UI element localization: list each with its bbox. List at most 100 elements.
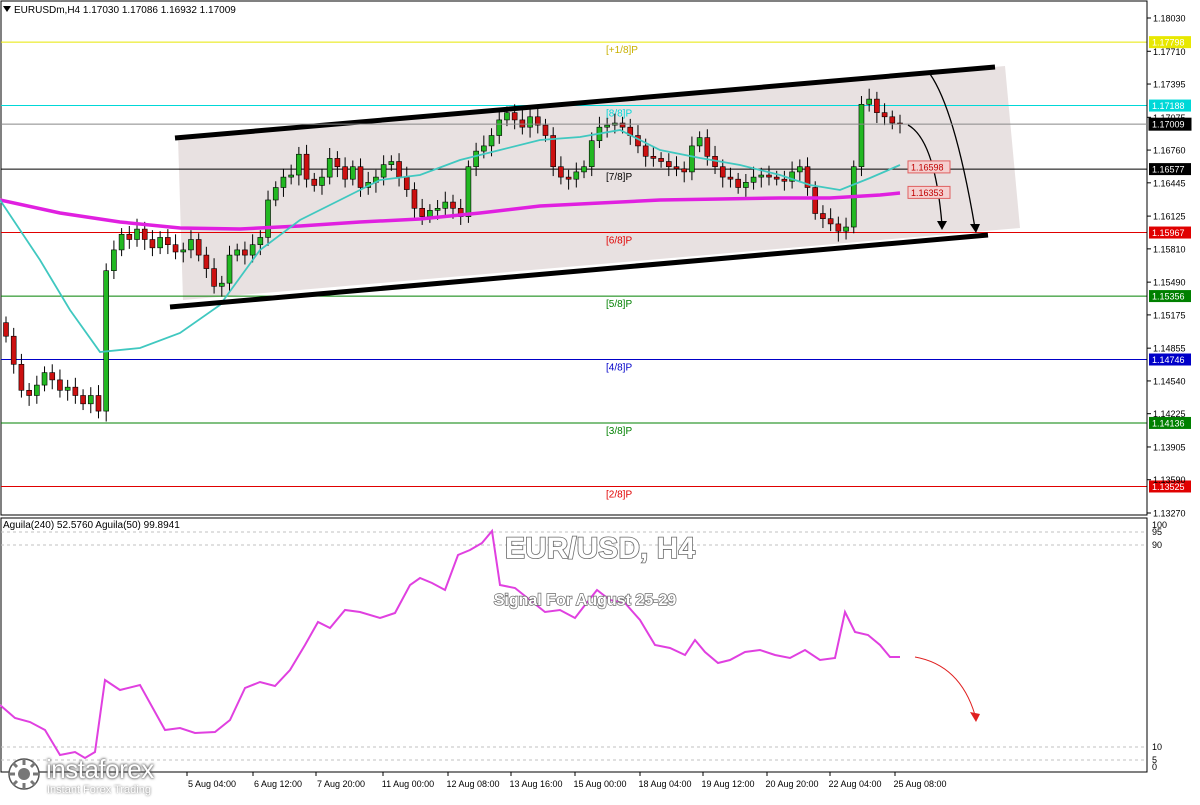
candle-body (257, 237, 264, 246)
candle-body (288, 174, 294, 178)
candle-body (504, 112, 510, 121)
candle-body (866, 98, 872, 105)
overlay-title: EUR/USD, H4 (505, 532, 695, 565)
candle-body (380, 164, 387, 178)
price-tick-label: 1.13590 (1153, 475, 1186, 485)
candle-body (588, 140, 595, 168)
indicator-tick-label: 10 (1152, 742, 1162, 752)
indicator-tick-label: 95 (1152, 527, 1162, 537)
candle-body (434, 208, 441, 211)
candle-body (581, 166, 587, 173)
brand-logo-icon (8, 758, 40, 790)
price-tick-label: 1.13905 (1153, 442, 1186, 452)
price-tick-label: 1.16125 (1153, 212, 1186, 222)
candle-body (542, 124, 549, 136)
symbol-dropdown-icon[interactable] (3, 6, 11, 12)
price-tick-label: 1.17710 (1153, 47, 1186, 57)
candle-body (820, 213, 826, 220)
candle-body (18, 363, 25, 391)
candle-body (773, 176, 780, 180)
murrey-level-label: [3/8]P (606, 426, 632, 437)
overlay-subtitle: Signal For August 25-29 (494, 592, 677, 609)
candle-body (195, 239, 202, 256)
candle-body (550, 135, 556, 168)
candle-body (211, 268, 217, 287)
candle-body (72, 386, 79, 396)
candle-body (165, 237, 171, 246)
candle-body (334, 158, 341, 168)
murrey-level-label: [2/8]P (606, 489, 632, 500)
candle-body (881, 112, 888, 118)
candle-body (118, 234, 125, 251)
candle-body (141, 228, 148, 240)
price-marker-label: 1.16353 (911, 188, 944, 198)
time-tick-label: 12 Aug 08:00 (446, 779, 499, 789)
candle-body (95, 395, 102, 412)
candle-body (34, 384, 40, 396)
time-tick-label: 7 Aug 20:00 (317, 779, 365, 789)
candle-body (681, 168, 688, 173)
candle-body (272, 187, 279, 201)
price-tick-label: 1.14225 (1153, 409, 1186, 419)
candle-body (650, 156, 657, 159)
candle-body (573, 171, 580, 180)
candle-body (311, 178, 318, 186)
candle-body (326, 158, 333, 178)
candle-body (519, 119, 526, 128)
price-tick-label: 1.14540 (1153, 376, 1186, 386)
candle-body (743, 182, 749, 188)
candle-body (188, 239, 194, 251)
candle-body (689, 145, 695, 173)
candle-body (874, 98, 880, 113)
candle-body (134, 228, 140, 240)
candle-body (750, 176, 757, 183)
brand-tagline: Instant Forex Trading (47, 784, 151, 796)
price-tick-label: 1.15490 (1153, 278, 1186, 288)
candle-body (565, 176, 572, 180)
candle-body (465, 166, 472, 217)
candle-body (388, 161, 395, 165)
candle-body (419, 208, 425, 217)
candle-body (103, 270, 109, 412)
murrey-price-label: 1.15356 (1152, 292, 1185, 302)
candle-body (280, 176, 287, 188)
candle-body (619, 122, 626, 128)
murrey-level-label: [8/8]P (606, 109, 632, 120)
time-tick-label: 18 Aug 04:00 (638, 779, 691, 789)
candle-body (704, 137, 711, 157)
candle-body (481, 145, 487, 152)
candle-body (242, 249, 248, 256)
indicator-tick-label: 0 (1152, 762, 1157, 772)
candle-body (172, 244, 179, 253)
candle-body (665, 161, 672, 168)
murrey-level-label: [6/8]P (606, 236, 632, 247)
candle-body (473, 150, 479, 168)
time-tick-label: 6 Aug 12:00 (254, 779, 302, 789)
time-tick-label: 19 Aug 12:00 (701, 779, 754, 789)
candle-body (157, 237, 163, 249)
candle-body (411, 189, 418, 209)
time-tick-label: 15 Aug 00:00 (573, 779, 626, 789)
candle-body (766, 174, 772, 178)
candle-body (126, 234, 133, 240)
candle-body (26, 389, 32, 396)
candle-body (41, 372, 48, 386)
candle-body (350, 166, 356, 180)
murrey-price-label: 1.15967 (1152, 228, 1185, 238)
candle-body (249, 244, 256, 256)
candle-body (511, 112, 518, 121)
candle-body (226, 254, 233, 284)
price-tick-label: 1.16760 (1153, 146, 1186, 156)
candle-body (758, 174, 765, 178)
candle-body (64, 386, 71, 391)
candle-body (835, 223, 842, 232)
candle-body (180, 249, 187, 253)
symbol-header: EURUSDm,H4 1.17030 1.17086 1.16932 1.170… (14, 5, 236, 16)
candle-body (218, 282, 225, 287)
candle-body (827, 218, 834, 225)
price-tick-label: 1.14855 (1153, 344, 1186, 354)
candle-body (696, 137, 703, 147)
murrey-level-label: [7/8]P (606, 172, 632, 183)
chart-canvas: [+1/8]P1.17798[8/8]P1.17188[7/8]P1.16577… (0, 0, 1200, 800)
candle-body (357, 166, 364, 188)
